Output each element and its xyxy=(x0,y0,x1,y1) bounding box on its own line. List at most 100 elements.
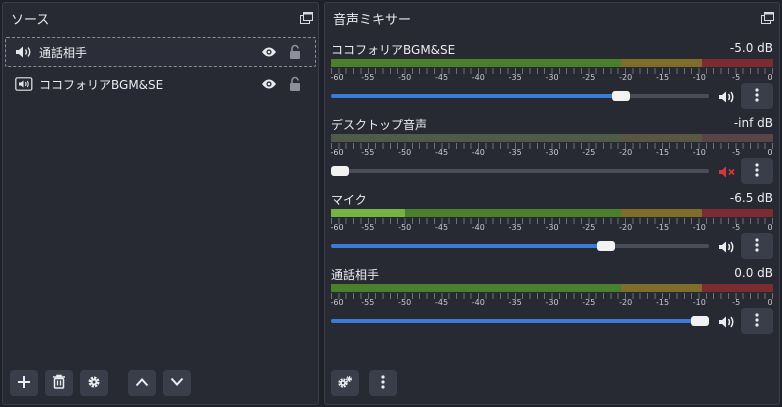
scale-label: -30 xyxy=(545,73,559,82)
scale-label: -30 xyxy=(545,298,559,307)
mixer-menu-button[interactable] xyxy=(369,370,397,396)
speaker-icon[interactable] xyxy=(717,89,737,105)
muted-speaker-icon[interactable] xyxy=(717,164,737,180)
mixer-channel: デスクトップ音声 -inf dB -60 -55 -50 -45 -40 -35 -30 -2… xyxy=(329,116,775,191)
channel-menu-button[interactable] xyxy=(741,233,773,259)
volume-slider[interactable] xyxy=(331,165,709,177)
scale-label: -40 xyxy=(471,73,485,82)
scale-label: -15 xyxy=(655,298,670,307)
unlock-icon[interactable] xyxy=(289,44,301,60)
slider-handle[interactable] xyxy=(611,91,630,101)
scale-label: -10 xyxy=(692,223,706,232)
slider-handle[interactable] xyxy=(331,166,349,176)
kebab-menu-icon xyxy=(755,312,759,330)
scale-label: -15 xyxy=(655,223,670,232)
advanced-audio-properties-button[interactable] xyxy=(331,370,359,396)
slider-handle[interactable] xyxy=(597,241,616,251)
scale-label: -5 xyxy=(732,223,741,232)
meter-scale: -60 -55 -50 -45 -40 -35 -30 -25 -20 -15 -10 -5 0 xyxy=(330,73,773,83)
scale-label: -50 xyxy=(398,73,412,82)
scale-label: -45 xyxy=(434,223,449,232)
undock-icon[interactable] xyxy=(300,12,313,24)
scale-label: -10 xyxy=(692,73,706,82)
audio-mixer-dock: 音声ミキサー ココフォリアBGM&SE -5.0 dB -60 -55 -50 -45… xyxy=(324,2,780,405)
gear-icon xyxy=(87,375,101,392)
scale-label: -40 xyxy=(471,298,485,307)
add-source-button[interactable] xyxy=(10,370,38,396)
channel-name: ココフォリアBGM&SE xyxy=(331,43,456,57)
scale-label: -35 xyxy=(508,298,522,307)
meter-level xyxy=(331,209,405,217)
sources-toolbar xyxy=(10,370,191,396)
kebab-menu-icon xyxy=(381,374,385,392)
slider-track xyxy=(331,169,709,173)
volume-slider[interactable] xyxy=(331,240,709,252)
scale-label: -50 xyxy=(398,298,412,307)
scale-label: -20 xyxy=(619,73,633,82)
add-icon xyxy=(17,375,31,392)
scale-label: -35 xyxy=(508,148,522,157)
channel-name: マイク xyxy=(331,193,367,207)
scale-label: -60 xyxy=(330,223,344,232)
trash-icon xyxy=(52,374,66,392)
scale-label: -15 xyxy=(655,73,670,82)
volume-slider[interactable] xyxy=(331,315,709,327)
scale-label: -5 xyxy=(732,73,741,82)
scale-label: -50 xyxy=(398,223,412,232)
scale-label: -55 xyxy=(361,73,375,82)
scale-label: -15 xyxy=(655,148,670,157)
undock-icon[interactable] xyxy=(761,12,774,24)
source-properties-button[interactable] xyxy=(80,370,108,396)
mixer-channel: 通話相手 0.0 dB -60 -55 -50 -45 -40 -35 -30 -25 -20-… xyxy=(329,266,775,341)
source-item-0[interactable]: 通話相手 xyxy=(5,37,316,67)
channel-db-value: -inf dB xyxy=(733,116,773,130)
unlock-icon[interactable] xyxy=(289,76,301,92)
kebab-menu-icon xyxy=(755,87,759,105)
scale-label: 0 xyxy=(767,223,773,232)
scale-label: -60 xyxy=(330,73,344,82)
source-item-1[interactable]: ココフォリアBGM&SE xyxy=(5,69,316,99)
volume-meter xyxy=(331,134,773,142)
slider-handle[interactable] xyxy=(691,316,709,326)
scale-label: -25 xyxy=(582,223,596,232)
scale-label: -35 xyxy=(508,73,522,82)
channel-name: 通話相手 xyxy=(331,268,380,282)
move-source-down-button[interactable] xyxy=(163,370,191,396)
scale-label: -55 xyxy=(361,223,375,232)
volume-slider[interactable] xyxy=(331,90,709,102)
scale-label: 0 xyxy=(767,148,773,157)
kebab-menu-icon xyxy=(755,237,759,255)
move-source-up-button[interactable] xyxy=(128,370,156,396)
volume-meter xyxy=(331,209,773,217)
scale-label: -20 xyxy=(619,298,633,307)
chevron-down-icon xyxy=(170,376,184,390)
slider-fill xyxy=(331,94,626,98)
scale-label: -5 xyxy=(732,298,741,307)
meter-bar-row xyxy=(331,138,773,142)
channel-menu-button[interactable] xyxy=(741,158,773,184)
visibility-eye-icon[interactable] xyxy=(261,46,277,58)
channel-menu-button[interactable] xyxy=(741,308,773,334)
scale-label: -45 xyxy=(434,73,449,82)
channel-menu-button[interactable] xyxy=(741,83,773,109)
scale-label: -50 xyxy=(398,148,412,157)
scale-label: -25 xyxy=(582,298,596,307)
speaker-icon[interactable] xyxy=(717,239,737,255)
visibility-eye-icon[interactable] xyxy=(261,78,277,90)
speaker-icon[interactable] xyxy=(717,314,737,330)
channel-db-value: -6.5 dB xyxy=(729,191,773,205)
speaker-output-icon xyxy=(15,45,33,59)
scale-label: -20 xyxy=(619,223,633,232)
slider-fill xyxy=(331,244,611,248)
scale-label: -10 xyxy=(692,298,706,307)
scale-label: -30 xyxy=(545,223,559,232)
gear-advanced-icon xyxy=(337,375,353,392)
remove-source-button[interactable] xyxy=(45,370,73,396)
sources-dock: ソース 通話相手 ココフォリアBGM&SE xyxy=(2,2,319,405)
sources-dock-title: ソース xyxy=(3,3,318,33)
mixer-channel: ココフォリアBGM&SE -5.0 dB -60 -55 -50 -45 -40 -35-… xyxy=(329,41,775,116)
meter-scale: -60 -55 -50 -45 -40 -35 -30 -25 -20 -15 -10 -5 0 xyxy=(330,298,773,308)
scale-label: -5 xyxy=(732,148,741,157)
meter-scale: -60 -55 -50 -45 -40 -35 -30 -25 -20 -15 -10 -5 0 xyxy=(330,223,773,233)
